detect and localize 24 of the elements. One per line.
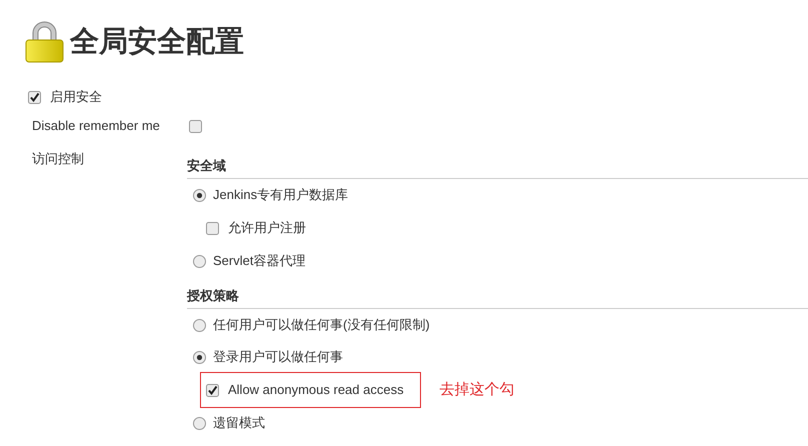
checkbox[interactable]: [189, 120, 202, 132]
radio-button[interactable]: [193, 188, 206, 202]
option-label: 遗留模式: [213, 414, 265, 432]
option-label: Allow anonymous read access: [228, 381, 404, 400]
radio-button[interactable]: [193, 416, 206, 430]
option-label: 任何用户可以做任何事(没有任何限制): [213, 316, 430, 334]
option-label: 允许用户注册: [228, 219, 306, 238]
section-heading: 安全域: [187, 144, 808, 179]
page-title: 全局安全配置: [70, 24, 244, 60]
checkbox[interactable]: [206, 222, 219, 234]
radio-button[interactable]: [193, 254, 206, 268]
radio-button[interactable]: [193, 318, 206, 332]
checkbox[interactable]: [206, 384, 219, 396]
option-label: 启用安全: [50, 88, 102, 106]
option-label: Servlet容器代理: [213, 252, 306, 270]
section-heading: 授权策略: [187, 277, 808, 309]
field-label: 访问控制: [31, 150, 85, 168]
option-label: 登录用户可以做任何事: [213, 348, 343, 366]
checkbox[interactable]: [28, 90, 41, 104]
radio-button[interactable]: [193, 350, 206, 364]
padlock-icon: [25, 21, 64, 65]
option-label: Jenkins专有用户数据库: [213, 186, 348, 204]
annotation-note: 去掉这个勾: [440, 380, 515, 400]
field-label: Disable remember me: [31, 117, 161, 136]
